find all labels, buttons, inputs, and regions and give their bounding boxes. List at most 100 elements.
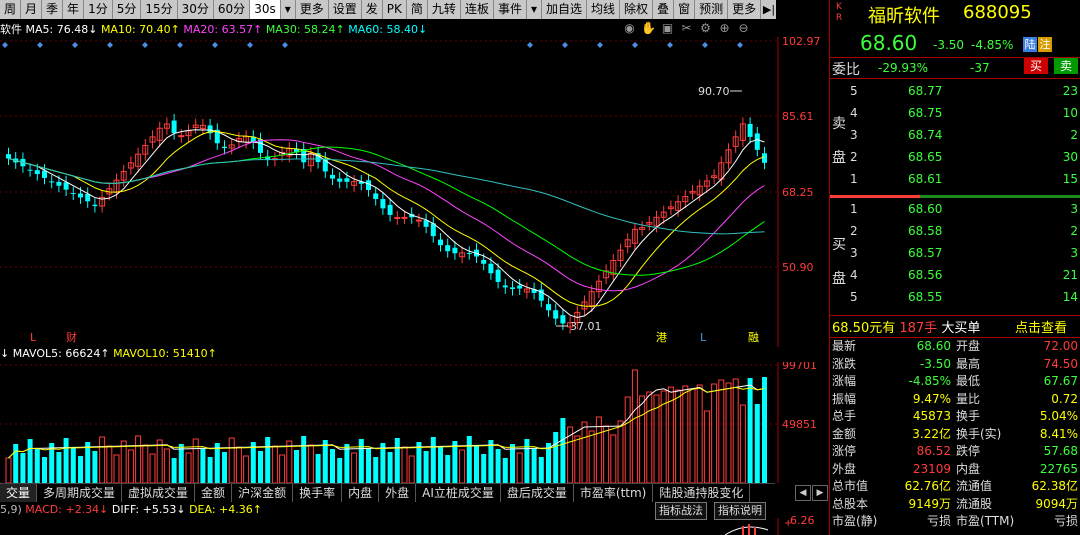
volume-bar: [185, 452, 192, 483]
toolbar-item[interactable]: 5分: [113, 0, 142, 19]
volume-bar: [581, 421, 588, 483]
candle-body: [70, 193, 76, 195]
indicator-tab[interactable]: 交量: [0, 484, 38, 502]
toolbar-item[interactable]: 1分: [84, 0, 113, 19]
indicator-tab[interactable]: 内盘: [342, 484, 380, 502]
indicator-tab[interactable]: 盘后成交量: [501, 484, 574, 502]
toolbar-item[interactable]: 窗: [674, 0, 696, 19]
stat-cell: 总股本: [832, 496, 869, 511]
tabs-scroll-right-icon[interactable]: ▶: [812, 485, 828, 501]
indicator-tab[interactable]: 虚拟成交量: [122, 484, 196, 502]
indicator-tab[interactable]: AI立桩成交量: [416, 484, 501, 502]
toolbar-item[interactable]: 简: [407, 0, 428, 19]
toolbar-item[interactable]: 年: [63, 0, 85, 19]
sell-button[interactable]: 卖: [1054, 58, 1078, 74]
indicator-tab[interactable]: 市盈率(ttm): [574, 484, 654, 502]
toolbar-item[interactable]: 月: [21, 0, 43, 19]
candle-body: [481, 259, 487, 264]
event-diamond-icon: [2, 42, 8, 48]
volume-chart[interactable]: 99701 49851: [0, 362, 828, 483]
indicator-tab[interactable]: 沪深金额: [232, 484, 294, 502]
event-diamond-icon: [212, 42, 218, 48]
indicator-tab[interactable]: 换手率: [293, 484, 343, 502]
toolbar-item[interactable]: 季: [42, 0, 64, 19]
toolbar-item[interactable]: 15分: [141, 0, 178, 19]
stat-cell: 流通股: [956, 496, 993, 511]
asks-price: 68.77: [908, 84, 943, 98]
volume-bar: [42, 457, 47, 483]
stat-cell: 涨停: [832, 444, 857, 458]
event-diamond-icon: [282, 42, 288, 48]
indicator-tab[interactable]: 多周期成交量: [37, 484, 123, 502]
volume-bar: [459, 449, 466, 483]
volume-bar: [474, 445, 479, 483]
stat-cell: 最新: [832, 339, 857, 353]
candle-body: [415, 219, 422, 222]
dea-value: DEA: +4.36↑: [189, 503, 262, 516]
volume-bar: [502, 458, 508, 483]
minus-icon[interactable]: ⊖: [736, 21, 751, 36]
toolbar-item[interactable]: 除权: [620, 0, 654, 19]
ma60-legend: MA60: 58.40↓: [348, 23, 428, 36]
stat-cell: 9094万: [1035, 496, 1078, 511]
toolbar-item[interactable]: 周: [0, 0, 22, 19]
toolbar-item[interactable]: 设置: [329, 0, 362, 19]
toolbar-item[interactable]: 30分: [178, 0, 214, 19]
stat-cell: 9.47%: [912, 391, 951, 406]
candle-body: [466, 252, 472, 254]
volume-bar: [703, 410, 710, 483]
toolbar-item[interactable]: PK: [383, 0, 407, 19]
tabs-scroll-left-icon[interactable]: ◀: [795, 485, 811, 501]
volume-bar: [639, 395, 646, 483]
scissors-icon[interactable]: ✂: [679, 21, 694, 36]
toolbar-item[interactable]: 均线: [587, 0, 621, 19]
gear-icon[interactable]: ⚙: [698, 21, 713, 36]
svg-text:+: +: [784, 518, 792, 529]
toolbar-item[interactable]: ▾: [527, 0, 542, 19]
toolbar-item[interactable]: 更多: [296, 0, 329, 19]
volume-bar: [754, 404, 760, 483]
toolbar-item[interactable]: 加自选: [542, 0, 588, 19]
volume-bar: [163, 448, 170, 483]
eye-icon[interactable]: ◉: [622, 21, 637, 36]
stat-cell: 5.04%: [1039, 409, 1078, 423]
indicator-tab[interactable]: 金额: [195, 484, 233, 502]
toolbar-item[interactable]: 叠: [653, 0, 675, 19]
divider: [830, 78, 1080, 79]
buy-button[interactable]: 买: [1024, 58, 1048, 74]
view-details-link[interactable]: 点击查看: [1015, 317, 1067, 336]
plus-icon[interactable]: ⊕: [717, 21, 732, 36]
stat-cell: 45873: [912, 409, 951, 423]
toolbar-item[interactable]: 30s: [250, 0, 281, 19]
stat-cell: 62.76亿: [904, 479, 951, 493]
volume-bar: [63, 438, 69, 483]
toolbar-item[interactable]: ▾: [281, 0, 296, 19]
image-icon[interactable]: ▣: [660, 21, 675, 36]
toolbar-item[interactable]: 连板: [461, 0, 494, 19]
toolbar-item[interactable]: 事件: [494, 0, 527, 19]
toolbar-item[interactable]: 发: [362, 0, 383, 19]
toolbar-item[interactable]: 60分: [214, 0, 251, 19]
volume-legend-prefix: ↓: [0, 347, 10, 360]
kline-chart[interactable]: 102.97 85.61 68.25 50.90 90.70 37.01 L 财 港 L 融: [0, 37, 828, 347]
volume-bar: [294, 450, 299, 483]
macd-chart: +: [724, 518, 792, 535]
indicator-tab[interactable]: 陆股通持股变化: [653, 484, 751, 502]
toolbar-scroll-right-icon[interactable]: ▶|: [762, 0, 776, 19]
volume-bar: [675, 389, 682, 483]
toolbar-item[interactable]: 更多: [728, 0, 762, 19]
volume-bar: [207, 457, 213, 483]
volume-bar: [538, 457, 544, 483]
hand-icon[interactable]: ✋: [641, 21, 656, 36]
volume-axis-label: 49851: [782, 418, 817, 431]
high-price-marker: 90.70: [698, 85, 730, 98]
toolbar-item[interactable]: 预测: [695, 0, 729, 19]
toolbar-item[interactable]: 九转: [428, 0, 461, 19]
indicator-tabs: 交量 多周期成交量 虚拟成交量 金额 沪深金额 换手率 内盘 外盘 AI立桩成交量 盘后成交量 市盈…: [0, 483, 775, 502]
candle-body: [171, 120, 177, 134]
indicator-tab[interactable]: 外盘: [379, 484, 417, 502]
volume-bar: [373, 457, 379, 483]
candle-body: [560, 315, 566, 324]
volume-bar: [120, 440, 127, 483]
stat-cell: 总市值: [832, 479, 869, 493]
